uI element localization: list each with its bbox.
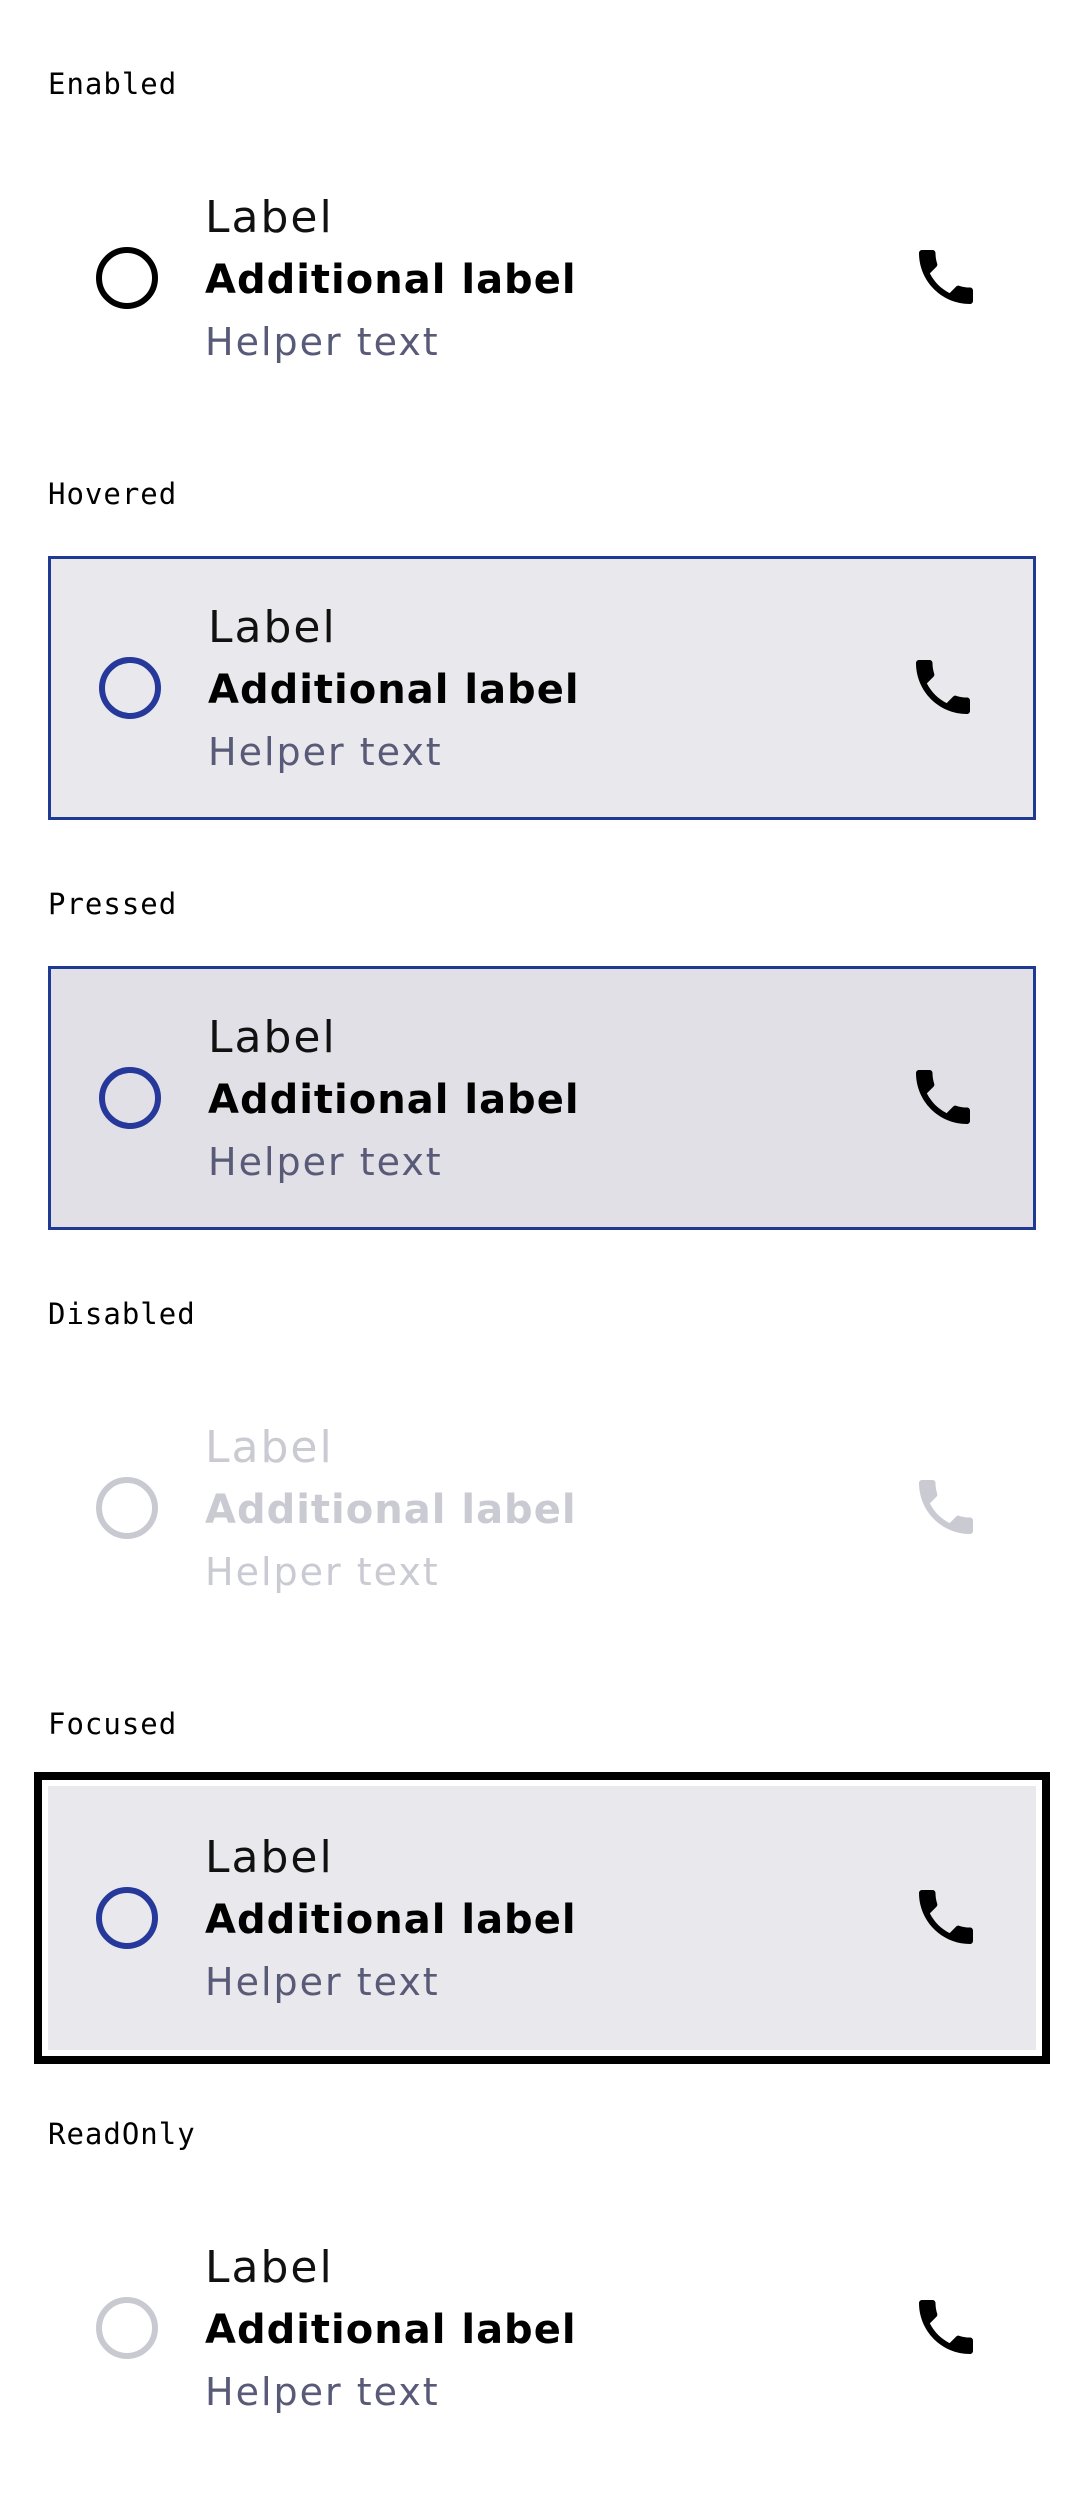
state-title-pressed: Pressed — [48, 887, 178, 921]
list-item-texts: Label Additional label Helper text — [208, 1007, 580, 1193]
radio-icon — [96, 1477, 158, 1539]
item-additional-label: Additional label — [208, 1077, 580, 1123]
item-additional-label: Additional label — [205, 2307, 577, 2353]
radio-icon[interactable] — [99, 1067, 161, 1129]
item-label: Label — [205, 2242, 334, 2293]
phone-icon[interactable] — [907, 651, 979, 723]
item-helper-text: Helper text — [205, 1550, 440, 1594]
item-label: Label — [205, 1422, 334, 1473]
list-item-pressed[interactable]: Label Additional label Helper text — [48, 966, 1036, 1230]
list-item-enabled[interactable]: Label Additional label Helper text — [48, 146, 1036, 410]
state-title-hovered: Hovered — [48, 477, 178, 511]
item-helper-text: Helper text — [205, 320, 440, 364]
list-item-texts: Label Additional label Helper text — [205, 1827, 577, 2013]
list-item-texts: Label Additional label Helper text — [205, 2237, 577, 2423]
radio-icon[interactable] — [96, 1887, 158, 1949]
list-item-hovered[interactable]: Label Additional label Helper text — [48, 556, 1036, 820]
phone-icon[interactable] — [910, 1881, 982, 1953]
item-helper-text: Helper text — [205, 2370, 440, 2414]
item-additional-label: Additional label — [208, 667, 580, 713]
list-item-texts: Label Additional label Helper text — [205, 187, 577, 373]
item-helper-text: Helper text — [208, 1140, 443, 1184]
phone-icon[interactable] — [907, 1061, 979, 1133]
item-additional-label: Additional label — [205, 1487, 577, 1533]
radio-icon[interactable] — [96, 247, 158, 309]
phone-icon — [910, 1471, 982, 1543]
item-label: Label — [208, 1012, 337, 1063]
phone-icon[interactable] — [910, 2291, 982, 2363]
state-title-enabled: Enabled — [48, 67, 178, 101]
list-item-focused[interactable]: Label Additional label Helper text — [34, 1772, 1050, 2064]
item-helper-text: Helper text — [205, 1960, 440, 2004]
state-title-disabled: Disabled — [48, 1297, 196, 1331]
radio-icon[interactable] — [99, 657, 161, 719]
list-item-readonly[interactable]: Label Additional label Helper text — [48, 2196, 1036, 2460]
phone-icon[interactable] — [910, 241, 982, 313]
list-item-disabled: Label Additional label Helper text — [48, 1376, 1036, 1640]
list-item-texts: Label Additional label Helper text — [205, 1417, 577, 1603]
item-additional-label: Additional label — [205, 257, 577, 303]
state-title-readonly: ReadOnly — [48, 2117, 196, 2151]
item-additional-label: Additional label — [205, 1897, 577, 1943]
item-label: Label — [205, 1832, 334, 1883]
radio-icon — [96, 2297, 158, 2359]
item-label: Label — [208, 602, 337, 653]
item-label: Label — [205, 192, 334, 243]
state-title-focused: Focused — [48, 1707, 178, 1741]
list-item-texts: Label Additional label Helper text — [208, 597, 580, 783]
item-helper-text: Helper text — [208, 730, 443, 774]
